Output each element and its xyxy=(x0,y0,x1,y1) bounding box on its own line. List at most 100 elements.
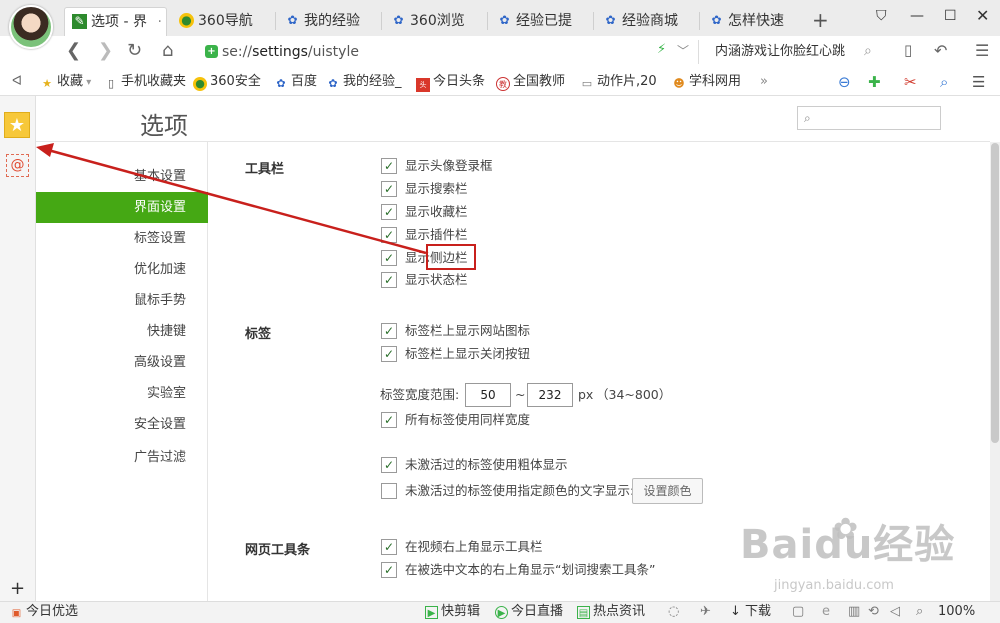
checkbox-close-button[interactable]: ✓ xyxy=(381,346,397,362)
checkbox-status-bar[interactable]: ✓ xyxy=(381,272,397,288)
tab-width-min-input[interactable]: 50 xyxy=(465,383,511,407)
more-bookmarks-icon[interactable]: » xyxy=(760,73,768,91)
url-field[interactable]: + se://settings/uistyle xyxy=(200,40,695,64)
secure-shield-icon: + xyxy=(205,45,218,58)
bookmark-label: 收藏 xyxy=(57,74,84,89)
menu-icon[interactable]: ☰ xyxy=(972,73,985,91)
option-label: 未激活过的标签使用指定颜色的文字显示: xyxy=(405,483,635,498)
option-label: 在视频右上角显示工具栏 xyxy=(405,539,543,554)
checkbox-bold-inactive[interactable]: ✓ xyxy=(381,457,397,473)
reload-icon[interactable]: ↻ xyxy=(127,40,142,61)
highlight-box xyxy=(426,244,476,270)
tab-mall[interactable]: ✿ 经验商城 xyxy=(596,7,694,36)
skin-icon[interactable]: ⛉ xyxy=(876,8,887,24)
status-label: 热点资讯 xyxy=(593,604,646,619)
history-icon[interactable]: ⟲ xyxy=(868,604,879,620)
checkbox-site-icon[interactable]: ✓ xyxy=(381,323,397,339)
nav-item-optimize[interactable]: 优化加速 xyxy=(36,254,208,285)
pin-icon[interactable]: ✈ xyxy=(700,604,711,620)
bookmark-movies[interactable]: ▭ 动作片,20 xyxy=(580,73,657,91)
speed-icon[interactable]: ◌ xyxy=(668,604,679,620)
tab-howto[interactable]: ✿ 怎样快速 xyxy=(702,7,800,36)
nav-item-basic[interactable]: 基本设置 xyxy=(36,161,208,192)
tab-settings[interactable]: ✎ 选项 - 界 · xyxy=(64,7,167,36)
checkbox-same-width[interactable]: ✓ xyxy=(381,412,397,428)
nav-item-shortcuts[interactable]: 快捷键 xyxy=(36,316,208,347)
download[interactable]: ↓ 下载 xyxy=(730,604,771,620)
mobile-icon[interactable]: ▯ xyxy=(904,41,912,59)
minimize-icon[interactable]: — xyxy=(910,8,924,24)
scrollbar-thumb[interactable] xyxy=(991,143,999,443)
tab-360browser[interactable]: ✿ 360浏览 xyxy=(384,7,482,36)
tab-experience[interactable]: ✿ 我的经验 xyxy=(278,7,376,36)
maximize-icon[interactable]: ☐ xyxy=(944,8,957,24)
mail-at-icon[interactable]: @ xyxy=(6,154,29,177)
live-today[interactable]: ▶ 今日直播 xyxy=(495,604,563,620)
nav-item-security[interactable]: 安全设置 xyxy=(36,409,208,440)
bookmark-favorites[interactable]: ★ 收藏 ▾ xyxy=(40,73,91,92)
settings-search-input[interactable]: ⌕ xyxy=(797,106,941,130)
back-icon[interactable]: ❮ xyxy=(66,40,81,61)
zoom-icon[interactable]: ⌕ xyxy=(916,604,923,620)
nav-item-tabs[interactable]: 标签设置 xyxy=(36,223,208,254)
bookmark-xueke[interactable]: ☻ 学科网用 xyxy=(672,73,741,91)
tab-360nav[interactable]: ● 360导航 xyxy=(172,7,270,36)
nav-item-lab[interactable]: 实验室 xyxy=(36,378,208,409)
bookmark-experience[interactable]: ✿ 我的经验_ xyxy=(326,73,401,91)
close-icon[interactable]: ✕ xyxy=(976,6,989,25)
browser-icon[interactable]: e xyxy=(822,604,830,620)
bookmark-360safe[interactable]: ● 360安全 xyxy=(193,73,261,91)
search-input[interactable]: 内涵游戏让你脸红心跳 xyxy=(698,40,888,64)
checkbox-word-search[interactable]: ✓ xyxy=(381,562,397,578)
checkbox-video-toolbar[interactable]: ✓ xyxy=(381,539,397,555)
collapse-icon[interactable]: ᐊ xyxy=(12,73,22,91)
favorites-star-icon[interactable]: ★ xyxy=(4,112,30,138)
baidu-paw-icon: ✿ xyxy=(833,512,859,547)
quick-edit[interactable]: ▶ 快剪辑 xyxy=(425,604,480,620)
section-title-web-toolbar: 网页工具条 xyxy=(245,543,311,558)
layout-icon[interactable]: ▥ xyxy=(848,604,860,620)
baidu-paw-icon: ✿ xyxy=(328,77,338,90)
daily-picks[interactable]: ▣ 今日优选 xyxy=(10,604,78,620)
bookmark-baidu[interactable]: ✿ 百度 xyxy=(274,73,317,91)
checkbox-color-inactive[interactable] xyxy=(381,483,397,499)
checkbox-plugin-bar[interactable]: ✓ xyxy=(381,227,397,243)
nav-item-mouse-gestures[interactable]: 鼠标手势 xyxy=(36,285,208,316)
search-icon[interactable]: ⌕ xyxy=(864,43,872,59)
bookmark-label: 今日头条 xyxy=(433,74,486,89)
user-avatar[interactable] xyxy=(9,5,53,49)
undo-icon[interactable]: ↶ xyxy=(934,41,947,60)
scissors-icon[interactable]: ✂ xyxy=(904,73,917,91)
lightning-icon[interactable]: ⚡ xyxy=(657,42,666,57)
checkbox-sidebar[interactable]: ✓ xyxy=(381,250,397,266)
bookmark-mobile[interactable]: ▯ 手机收藏夹 xyxy=(104,73,186,91)
chevron-down-icon[interactable]: ﹀ xyxy=(677,42,689,59)
nav-item-adblock[interactable]: 广告过滤 xyxy=(36,442,208,473)
mute-icon[interactable]: ◁ xyxy=(890,604,900,620)
nav-item-advanced[interactable]: 高级设置 xyxy=(36,347,208,378)
menu-icon[interactable]: ☰ xyxy=(975,41,989,60)
tab-width-max-input[interactable]: 232 xyxy=(527,383,573,407)
window-icon[interactable]: ▢ xyxy=(792,604,804,620)
forward-icon[interactable]: ❯ xyxy=(98,40,113,61)
add-sidebar-icon[interactable]: + xyxy=(10,578,25,599)
zoom-level[interactable]: 100% xyxy=(938,604,975,620)
status-label: 快剪辑 xyxy=(441,604,481,619)
search-icon[interactable]: ⌕ xyxy=(940,73,948,91)
bookmark-toutiao[interactable]: 头今日头条 xyxy=(416,73,485,92)
baidu-paw-icon: ✿ xyxy=(499,13,510,27)
set-color-button[interactable]: 设置颜色 xyxy=(632,478,703,504)
tab-submitted[interactable]: ✿ 经验已提 xyxy=(490,7,588,36)
checkbox-avatar-login[interactable]: ✓ xyxy=(381,158,397,174)
bookmark-teachers[interactable]: 教全国教师 xyxy=(496,73,565,91)
tab-close-icon[interactable]: · xyxy=(158,8,162,36)
minus-circle-icon[interactable]: ⊖ xyxy=(838,73,851,91)
add-extension-icon[interactable]: ✚ xyxy=(868,73,881,91)
home-icon[interactable]: ⌂ xyxy=(162,40,173,61)
page-title: 选项 xyxy=(140,112,188,140)
checkbox-favorites-bar[interactable]: ✓ xyxy=(381,204,397,220)
nav-item-interface[interactable]: 界面设置 xyxy=(36,192,208,223)
hot-news[interactable]: ▤ 热点资讯 xyxy=(577,604,645,620)
new-tab-icon[interactable]: + xyxy=(812,8,829,32)
checkbox-search-bar[interactable]: ✓ xyxy=(381,181,397,197)
